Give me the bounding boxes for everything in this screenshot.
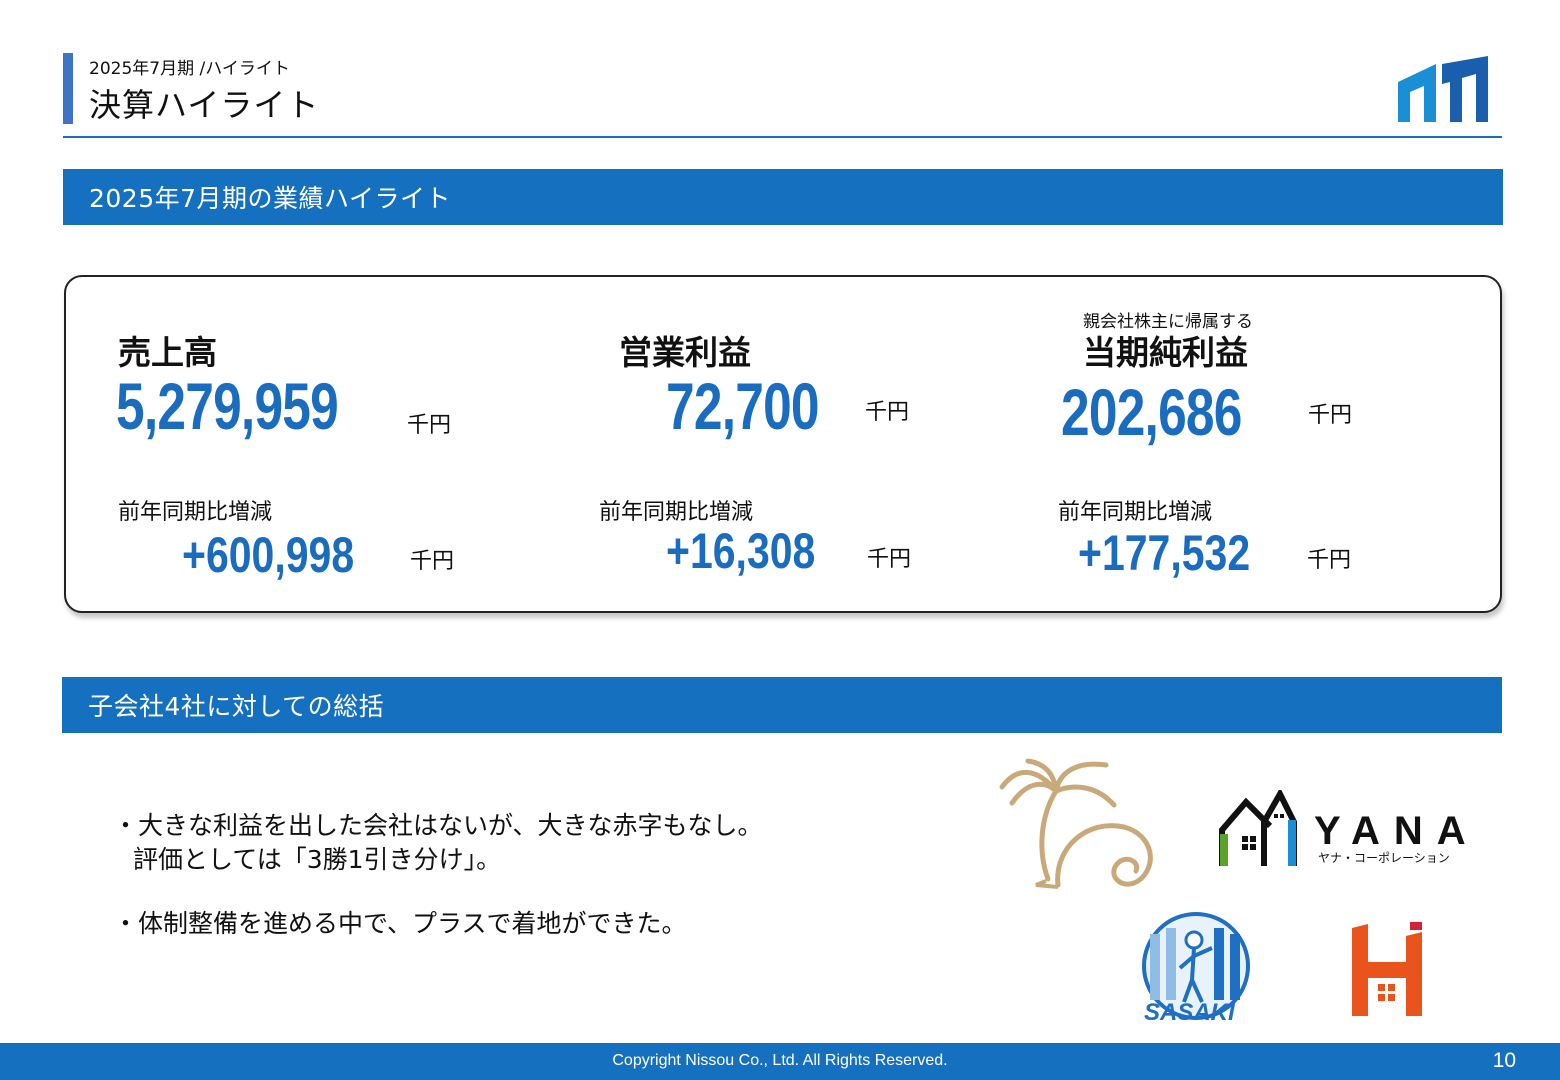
breadcrumb: 2025年7月期 /ハイライト <box>89 59 290 79</box>
yana-logo-subtext: ヤナ・コーポレーション <box>1318 851 1450 865</box>
h-house-logo <box>1352 922 1422 1016</box>
kpi-diff-operating-profit: +16,308 <box>666 523 816 579</box>
kpi-label-operating-profit: 営業利益 <box>619 333 751 372</box>
kpi-unit-sales: 千円 <box>407 413 452 438</box>
sasaki-logo-text: SASAKI <box>1144 999 1236 1026</box>
footer-bar: Copyright Nissou Co., Ltd. All Rights Re… <box>0 1043 1560 1080</box>
summary-bullet-1: ・大きな利益を出した会社はないが、大きな赤字もなし。 <box>113 811 763 840</box>
kpi-value-operating-profit: 72,700 <box>666 369 820 443</box>
kpi-value-sales: 5,279,959 <box>116 369 339 443</box>
summary-bullet-1-cont: 評価としては「3勝1引き分け」。 <box>133 845 502 874</box>
page-title: 決算ハイライト <box>89 86 320 124</box>
kpi-value-net-income: 202,686 <box>1061 375 1242 449</box>
title-accent-bar <box>63 53 73 124</box>
kpi-diff-sales: +600,998 <box>182 527 355 583</box>
sasaki-logo: SASAKI <box>1142 912 1250 1026</box>
kpi-diff-net-income: +177,532 <box>1078 525 1251 581</box>
kpi-label-net-income: 当期純利益 <box>1083 333 1248 372</box>
footer-copyright: Copyright Nissou Co., Ltd. All Rights Re… <box>612 1052 948 1069</box>
kpi-unit-net-income: 千円 <box>1308 403 1353 428</box>
kpi-compare-label-net-income: 前年同期比増減 <box>1058 500 1213 525</box>
kpi-diff-unit-net-income: 千円 <box>1307 548 1352 573</box>
kpi-unit-operating-profit: 千円 <box>865 400 910 425</box>
title-divider <box>63 136 1502 138</box>
yana-corporation-logo: YANA ヤナ・コーポレーション <box>1219 790 1472 866</box>
page-number: 10 <box>1492 1049 1516 1072</box>
section-header-performance: 2025年7月期の業績ハイライト <box>63 169 1503 225</box>
summary-bullet-2: ・体制整備を進める中で、プラスで着地ができた。 <box>113 909 687 938</box>
kpi-diff-unit-sales: 千円 <box>410 549 455 574</box>
palm-tree-logo <box>999 758 1153 889</box>
section-header-subsidiaries: 子会社4社に対しての総括 <box>62 677 1502 733</box>
company-logo <box>1398 56 1488 122</box>
yana-logo-text: YANA <box>1314 809 1472 853</box>
kpi-label-sales: 売上高 <box>118 333 217 372</box>
kpi-compare-label-sales: 前年同期比増減 <box>118 500 273 525</box>
kpi-diff-unit-operating-profit: 千円 <box>867 547 912 572</box>
